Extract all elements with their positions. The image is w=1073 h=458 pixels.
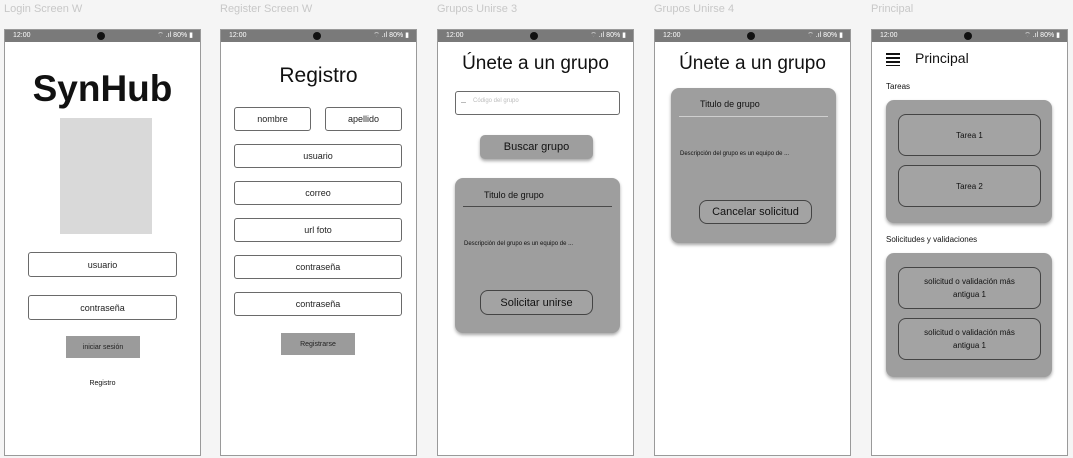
status-bar: 12:00 ⌔ .ıl 80% ▮ bbox=[221, 30, 416, 42]
input-dash-icon bbox=[461, 102, 466, 103]
app-title: SynHub bbox=[32, 68, 173, 109]
status-icons: ⌔ .ıl 80% ▮ bbox=[373, 32, 409, 39]
page-title: Registro bbox=[279, 64, 358, 87]
login-button[interactable]: iniciar sesión bbox=[66, 336, 140, 358]
password-input[interactable]: contraseña bbox=[28, 295, 177, 320]
status-icons: ⌔ .ıl 80% ▮ bbox=[157, 32, 193, 39]
frame-label-register: Register Screen W bbox=[220, 3, 313, 15]
first-name-input[interactable]: nombre bbox=[234, 107, 311, 131]
password-confirm-input[interactable]: contraseña bbox=[234, 292, 402, 316]
register-link[interactable]: Registro bbox=[5, 380, 200, 387]
group-code-input[interactable]: Código del grupo bbox=[455, 91, 620, 115]
request-item-2[interactable]: solicitud o validación más antigua 1 bbox=[898, 318, 1041, 360]
status-time: 12:00 bbox=[880, 32, 898, 39]
password-input[interactable]: contraseña bbox=[234, 255, 402, 279]
camera-icon bbox=[530, 32, 538, 40]
join-group-pending-screen: 12:00 ⌔ .ıl 80% ▮ Únete a un grupo Titul… bbox=[654, 29, 851, 456]
group-description: Descripción del grupo es un equipo de ..… bbox=[464, 241, 574, 247]
camera-icon bbox=[964, 32, 972, 40]
status-bar: 12:00 ⌔ .ıl 80% ▮ bbox=[5, 30, 200, 42]
frame-label-principal: Principal bbox=[871, 3, 914, 15]
status-icons: ⌔ .ıl 80% ▮ bbox=[1024, 32, 1060, 39]
username-input[interactable]: usuario bbox=[234, 144, 402, 168]
camera-icon bbox=[747, 32, 755, 40]
photo-url-input[interactable]: url foto bbox=[234, 218, 402, 242]
username-input[interactable]: usuario bbox=[28, 252, 177, 277]
status-bar: 12:00 ⌔ .ıl 80% ▮ bbox=[655, 30, 850, 42]
divider bbox=[679, 116, 828, 117]
group-card: Titulo de grupo Descripción del grupo es… bbox=[455, 178, 620, 333]
request-item-1[interactable]: solicitud o validación más antigua 1 bbox=[898, 267, 1041, 309]
requests-card: solicitud o validación más antigua 1 sol… bbox=[886, 253, 1052, 377]
status-time: 12:00 bbox=[663, 32, 681, 39]
group-description: Descripción del grupo es un equipo de ..… bbox=[680, 151, 790, 157]
group-title: Titulo de grupo bbox=[700, 99, 760, 109]
camera-icon bbox=[313, 32, 321, 40]
join-group-screen: 12:00 ⌔ .ıl 80% ▮ Únete a un grupo Códig… bbox=[437, 29, 634, 456]
divider bbox=[463, 206, 612, 207]
frame-label-login: Login Screen W bbox=[4, 3, 83, 15]
search-group-button[interactable]: Buscar grupo bbox=[480, 135, 593, 159]
request-join-button[interactable]: Solicitar unirse bbox=[480, 290, 593, 315]
register-button[interactable]: Registrarse bbox=[281, 333, 355, 355]
page-title: Únete a un grupo bbox=[462, 53, 609, 74]
register-screen: 12:00 ⌔ .ıl 80% ▮ Registro nombre apelli… bbox=[220, 29, 417, 456]
cancel-request-button[interactable]: Cancelar solicitud bbox=[699, 200, 812, 224]
group-code-placeholder: Código del grupo bbox=[473, 98, 519, 104]
login-screen: 12:00 ⌔ .ıl 80% ▮ SynHub usuario contras… bbox=[4, 29, 201, 456]
tasks-card: Tarea 1 Tarea 2 bbox=[886, 100, 1052, 223]
last-name-input[interactable]: apellido bbox=[325, 107, 402, 131]
hamburger-menu-icon[interactable] bbox=[886, 52, 900, 66]
requests-heading: Solicitudes y validaciones bbox=[886, 235, 978, 244]
email-input[interactable]: correo bbox=[234, 181, 402, 205]
status-time: 12:00 bbox=[13, 32, 31, 39]
status-time: 12:00 bbox=[229, 32, 247, 39]
task-item-1[interactable]: Tarea 1 bbox=[898, 114, 1041, 156]
frame-label-grupos3: Grupos Unirse 3 bbox=[437, 3, 518, 15]
page-title: Principal bbox=[915, 50, 969, 66]
tasks-heading: Tareas bbox=[886, 82, 911, 91]
status-icons: ⌔ .ıl 80% ▮ bbox=[590, 32, 626, 39]
page-title: Únete a un grupo bbox=[679, 53, 826, 74]
task-item-2[interactable]: Tarea 2 bbox=[898, 165, 1041, 207]
frame-label-grupos4: Grupos Unirse 4 bbox=[654, 3, 735, 15]
main-screen: 12:00 ⌔ .ıl 80% ▮ Principal Tareas Tarea… bbox=[871, 29, 1068, 456]
status-bar: 12:00 ⌔ .ıl 80% ▮ bbox=[872, 30, 1067, 42]
status-icons: ⌔ .ıl 80% ▮ bbox=[807, 32, 843, 39]
group-card: Titulo de grupo Descripción del grupo es… bbox=[671, 88, 836, 243]
logo-image-placeholder bbox=[60, 118, 152, 234]
group-title: Titulo de grupo bbox=[484, 190, 544, 200]
status-time: 12:00 bbox=[446, 32, 464, 39]
camera-icon bbox=[97, 32, 105, 40]
status-bar: 12:00 ⌔ .ıl 80% ▮ bbox=[438, 30, 633, 42]
